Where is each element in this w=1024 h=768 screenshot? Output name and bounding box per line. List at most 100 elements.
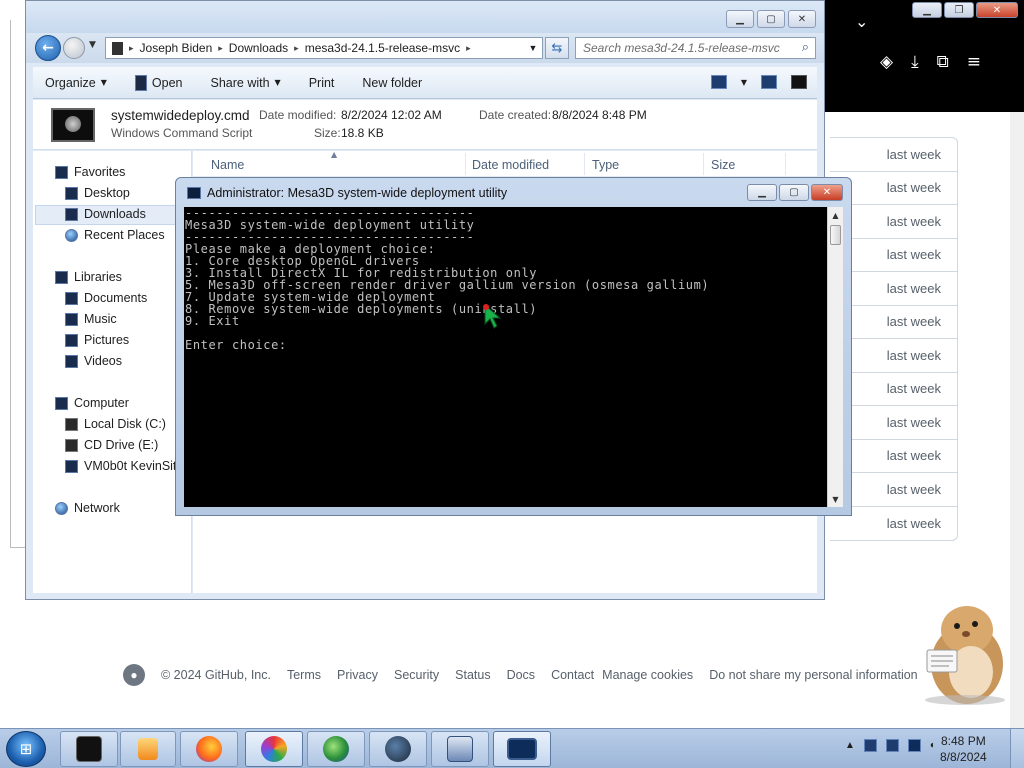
taskbar-app-swirl[interactable] bbox=[245, 731, 303, 767]
nav-videos[interactable]: Videos bbox=[65, 354, 122, 368]
explorer-close-button[interactable]: ✕ bbox=[788, 10, 816, 28]
download-icon[interactable]: ⤓ bbox=[911, 52, 919, 72]
nav-computer[interactable]: Computer bbox=[55, 396, 129, 410]
address-bar[interactable]: ▸ Joseph Biden ▸ Downloads ▸ mesa3d-24.1… bbox=[105, 37, 543, 59]
column-header-size[interactable]: Size bbox=[711, 158, 735, 172]
nav-music[interactable]: Music bbox=[65, 312, 117, 326]
show-hidden-icons-icon[interactable]: ▲ bbox=[845, 740, 855, 751]
footer-link-docs[interactable]: Docs bbox=[507, 668, 535, 682]
browser-restore-button[interactable]: ❐ bbox=[944, 2, 974, 18]
mouse-cursor-icon bbox=[483, 304, 502, 329]
browser-close-button[interactable]: ✕ bbox=[976, 2, 1018, 18]
chevron-down-icon[interactable]: ⌄ bbox=[855, 12, 868, 31]
explorer-maximize-button[interactable]: ▢ bbox=[757, 10, 785, 28]
nav-desktop[interactable]: Desktop bbox=[65, 186, 130, 200]
breadcrumb-separator-icon[interactable]: ▸ bbox=[294, 43, 299, 54]
breadcrumb-item[interactable]: mesa3d-24.1.5-release-msvc bbox=[305, 41, 460, 55]
footer-link-security[interactable]: Security bbox=[394, 668, 439, 682]
taskbar-app-network-setup[interactable] bbox=[431, 731, 489, 767]
console-output-area[interactable]: ------------------------------------- Me… bbox=[184, 207, 827, 507]
github-logo-icon[interactable]: ● bbox=[123, 664, 145, 686]
help-icon[interactable] bbox=[791, 75, 807, 89]
scroll-up-icon[interactable]: ▲ bbox=[828, 207, 843, 223]
print-button[interactable]: Print bbox=[309, 76, 335, 90]
column-header-date-modified[interactable]: Date modified bbox=[472, 158, 549, 172]
taskbar-app-media-player[interactable] bbox=[120, 731, 176, 767]
show-desktop-button[interactable] bbox=[1010, 729, 1024, 768]
search-input[interactable]: Search mesa3d-24.1.5-release-msvc ⌕ bbox=[575, 37, 816, 59]
footer-link-privacy[interactable]: Privacy bbox=[337, 668, 378, 682]
column-divider[interactable] bbox=[584, 153, 585, 175]
console-maximize-button[interactable]: ▢ bbox=[779, 184, 809, 201]
pocket-icon[interactable]: ◈ bbox=[880, 52, 893, 72]
start-button[interactable]: ⊞ bbox=[6, 731, 46, 767]
footer-link-terms[interactable]: Terms bbox=[287, 668, 321, 682]
nav-cd-drive[interactable]: CD Drive (E:) bbox=[65, 438, 158, 452]
column-divider[interactable] bbox=[465, 153, 466, 175]
nav-network[interactable]: Network bbox=[55, 501, 120, 515]
breadcrumb-item[interactable]: Joseph Biden bbox=[140, 41, 213, 55]
taskbar-app-firefox[interactable] bbox=[180, 731, 238, 767]
taskbar-app-cmd[interactable] bbox=[60, 731, 118, 767]
nav-network-share[interactable]: VM0b0t KevinSite bbox=[65, 459, 183, 473]
address-dropdown-icon[interactable]: ▼ bbox=[523, 37, 543, 59]
back-button[interactable]: ← bbox=[35, 35, 61, 61]
nav-libraries[interactable]: Libraries bbox=[55, 270, 122, 284]
breadcrumb-separator-icon[interactable]: ▸ bbox=[218, 43, 223, 54]
new-folder-button[interactable]: New folder bbox=[362, 76, 422, 90]
column-header-type[interactable]: Type bbox=[592, 158, 619, 172]
cmd-icon bbox=[187, 187, 201, 199]
recent-pages-dropdown[interactable]: ▼ bbox=[89, 40, 96, 50]
taskbar: ⊞ ▲ ◐ 8:48 PM 8/8/2024 bbox=[0, 728, 1024, 768]
extensions-icon[interactable]: ⧉ bbox=[937, 52, 949, 72]
taskbar-app-steam[interactable] bbox=[369, 731, 427, 767]
console-scrollbar[interactable]: ▲ ▼ bbox=[827, 207, 843, 507]
nav-documents[interactable]: Documents bbox=[65, 291, 147, 305]
refresh-button[interactable]: ⇆ bbox=[545, 37, 569, 59]
breadcrumb-item[interactable]: Downloads bbox=[229, 41, 288, 55]
column-divider[interactable] bbox=[785, 153, 786, 175]
nav-downloads[interactable]: Downloads bbox=[65, 207, 146, 221]
date-modified-label: Date modified: bbox=[259, 108, 337, 122]
organize-button[interactable]: Organize ▼ bbox=[45, 76, 107, 90]
chevron-down-icon[interactable]: ▼ bbox=[741, 78, 747, 87]
footer-link-do-not-share[interactable]: Do not share my personal information bbox=[709, 668, 917, 682]
menu-icon[interactable]: ≡ bbox=[967, 52, 981, 72]
network-setup-icon bbox=[447, 736, 473, 762]
column-header-name[interactable]: Name bbox=[211, 158, 244, 172]
taskbar-app-console[interactable] bbox=[493, 731, 551, 767]
scroll-down-icon[interactable]: ▼ bbox=[828, 491, 843, 507]
column-divider[interactable] bbox=[703, 153, 704, 175]
footer-link-manage-cookies[interactable]: Manage cookies bbox=[602, 668, 693, 682]
nav-favorites[interactable]: Favorites bbox=[55, 165, 125, 179]
search-icon[interactable]: ⌕ bbox=[802, 40, 809, 55]
explorer-title-bar[interactable]: ▁ ▢ ✕ bbox=[26, 1, 824, 33]
breadcrumb-separator-icon[interactable]: ▸ bbox=[466, 43, 471, 54]
nav-recent-places[interactable]: Recent Places bbox=[65, 228, 165, 242]
display-tray-icon[interactable] bbox=[907, 739, 921, 752]
scroll-thumb[interactable] bbox=[830, 225, 841, 245]
footer-link-status[interactable]: Status bbox=[455, 668, 490, 682]
nav-pictures[interactable]: Pictures bbox=[65, 333, 129, 347]
console-close-button[interactable]: ✕ bbox=[811, 184, 843, 201]
explorer-minimize-button[interactable]: ▁ bbox=[726, 10, 754, 28]
footer-link-contact[interactable]: Contact bbox=[551, 668, 594, 682]
browser-minimize-button[interactable]: ▁ bbox=[912, 2, 942, 18]
network-tray-icon[interactable] bbox=[885, 739, 899, 752]
date-created-value: 8/8/2024 8:48 PM bbox=[552, 108, 647, 122]
nav-local-disk[interactable]: Local Disk (C:) bbox=[65, 417, 166, 431]
open-button[interactable]: Open bbox=[134, 74, 182, 91]
volume-icon[interactable]: ◐ bbox=[930, 740, 936, 751]
system-clock[interactable]: 8:48 PM 8/8/2024 bbox=[940, 733, 987, 765]
browser-scrollbar[interactable] bbox=[1010, 112, 1024, 728]
preview-pane-icon[interactable] bbox=[761, 75, 777, 89]
action-center-icon[interactable] bbox=[863, 739, 877, 752]
taskbar-app-browser-globe[interactable] bbox=[307, 731, 365, 767]
change-view-icon[interactable] bbox=[710, 75, 727, 89]
console-minimize-button[interactable]: ▁ bbox=[747, 184, 777, 201]
console-title-bar[interactable]: Administrator: Mesa3D system-wide deploy… bbox=[187, 186, 507, 200]
forward-button[interactable] bbox=[63, 37, 85, 59]
list-item: last week bbox=[830, 138, 957, 172]
pictures-icon bbox=[65, 333, 78, 347]
share-with-button[interactable]: Share with ▼ bbox=[210, 76, 280, 90]
